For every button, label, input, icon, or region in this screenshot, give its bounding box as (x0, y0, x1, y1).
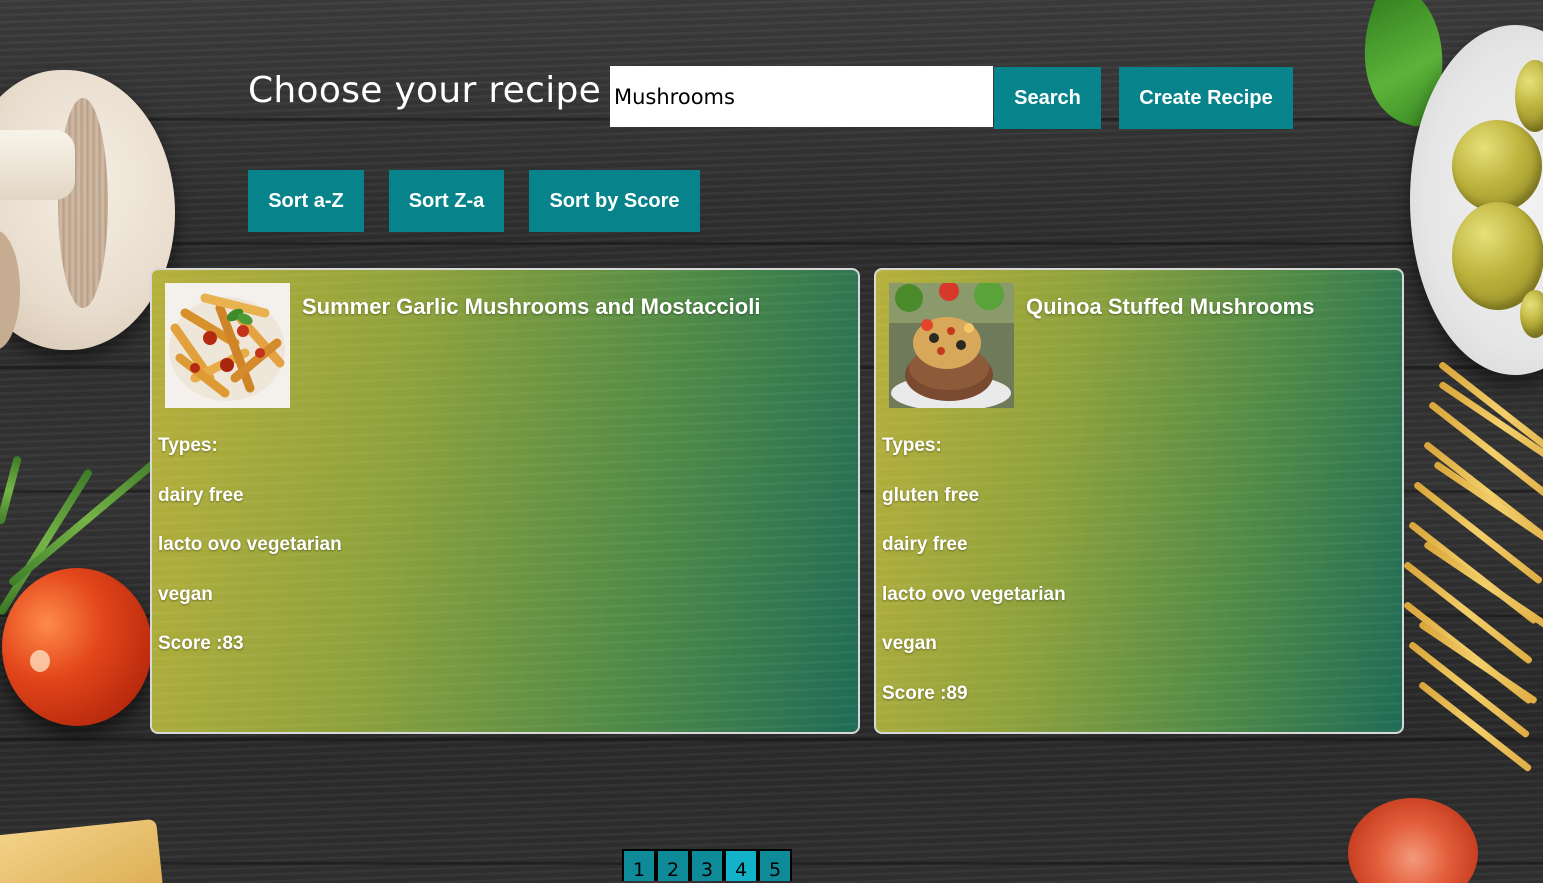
recipe-image[interactable] (165, 283, 290, 408)
recipe-type: dairy free (882, 534, 968, 555)
pagination: 1 2 3 4 5 (622, 849, 792, 881)
mushroom-gills-decoration (58, 98, 108, 308)
page-button-1[interactable]: 1 (624, 851, 654, 881)
search-input[interactable] (610, 66, 993, 127)
page-title: Choose your recipe (248, 70, 602, 111)
recipe-type: dairy free (158, 485, 244, 506)
sort-by-score-button[interactable]: Sort by Score (529, 170, 700, 232)
olive-decoration (1520, 290, 1543, 338)
recipe-type: lacto ovo vegetarian (158, 534, 342, 555)
sort-z-a-button[interactable]: Sort Z-a (389, 170, 504, 232)
rosemary-decoration (0, 455, 22, 526)
tomato-highlight (30, 650, 50, 672)
search-button[interactable]: Search (994, 67, 1101, 129)
recipe-score: Score :83 (158, 633, 244, 654)
sort-a-z-button[interactable]: Sort a-Z (248, 170, 364, 232)
recipe-title[interactable]: Summer Garlic Mushrooms and Mostaccioli (302, 294, 760, 320)
page-button-5[interactable]: 5 (760, 851, 790, 881)
recipe-card[interactable]: Summer Garlic Mushrooms and Mostaccioli … (150, 268, 860, 734)
mushroom-stem-decoration (0, 130, 75, 200)
pasta-decoration (0, 818, 164, 883)
page-button-2[interactable]: 2 (658, 851, 688, 881)
recipe-title[interactable]: Quinoa Stuffed Mushrooms (1026, 294, 1314, 320)
recipe-type: vegan (882, 633, 937, 654)
recipe-card[interactable]: Quinoa Stuffed Mushrooms Types: gluten f… (874, 268, 1404, 734)
tomato-decoration (2, 568, 152, 726)
recipe-type: lacto ovo vegetarian (882, 584, 1066, 605)
types-label: Types: (882, 435, 942, 456)
create-recipe-button[interactable]: Create Recipe (1119, 67, 1293, 129)
types-label: Types: (158, 435, 218, 456)
olive-decoration (1452, 120, 1542, 212)
recipe-type: gluten free (882, 485, 980, 506)
page-button-4[interactable]: 4 (726, 851, 756, 881)
recipe-type: vegan (158, 584, 213, 605)
tomato-slice-decoration (1348, 798, 1478, 883)
recipe-image[interactable] (889, 283, 1014, 408)
recipe-score: Score :89 (882, 683, 968, 704)
page-button-3[interactable]: 3 (692, 851, 722, 881)
